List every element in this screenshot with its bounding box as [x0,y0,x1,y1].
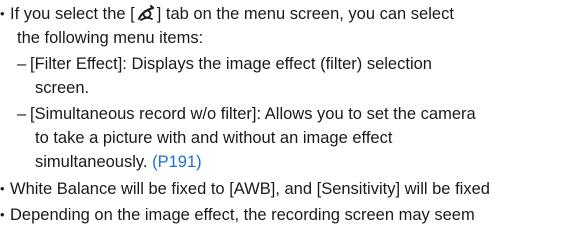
bullet-continuation: the following menu items: [17,29,204,47]
bullet-text: Depending on the image effect, the recor… [10,206,475,224]
dash-continuation-with-link: simultaneously. (P191) [35,150,202,174]
dash-glyph: – [17,55,27,73]
bullet-glyph: • [0,6,5,21]
dash-text: [Filter Effect]: Displays the image effe… [30,55,432,73]
dash-item-filter-effect: – [Filter Effect]: Displays the image eff… [17,52,432,76]
dash-continuation-text: simultaneously. [35,153,153,171]
dash-text: [Simultaneous record w/o filter]: Allows… [30,105,476,123]
dash-continuation: screen. [35,79,90,97]
bullet-glyph: • [0,207,5,222]
bullet-item-white-balance: • White Balance will be fixed to [AWB], a… [0,177,490,201]
bullet-text-part2: ] tab on the menu screen, you can select [156,5,454,23]
dash-glyph: – [17,105,27,123]
bullet-text-part1: If you select the [ [10,5,135,23]
bullet-glyph: • [0,181,5,196]
bullet-text: White Balance will be fixed to [AWB], an… [10,180,490,198]
page-reference-link[interactable]: (P191) [152,153,202,171]
bullet-item-recording-screen: • Depending on the image effect, the reco… [0,203,475,227]
creative-brush-icon [137,5,154,21]
dash-item-simultaneous-record: – [Simultaneous record w/o filter]: Allow… [17,102,476,126]
dash-continuation: to take a picture with and without an im… [35,129,393,147]
bullet-item-menu-tab: • If you select the [ ] tab on the menu s… [0,2,454,26]
